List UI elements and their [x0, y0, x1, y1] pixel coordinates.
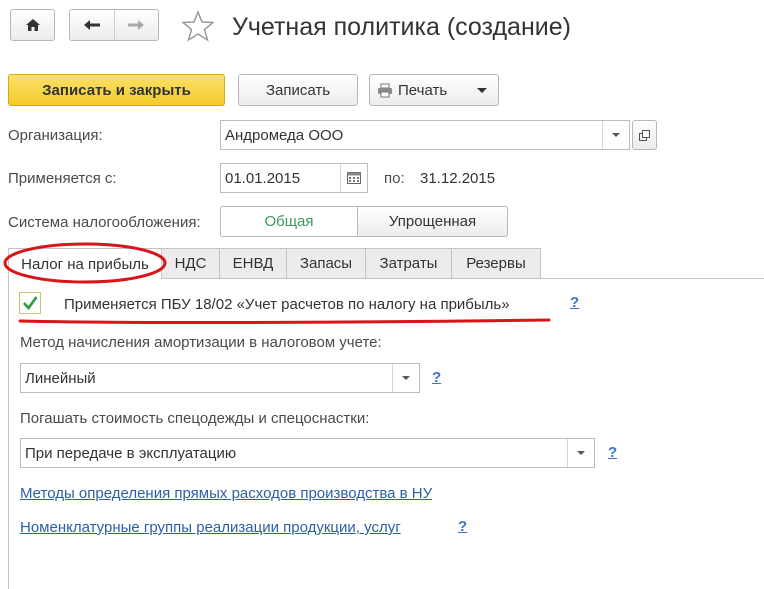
red-underline-annotation — [18, 318, 551, 325]
red-ellipse-annotation — [3, 242, 167, 284]
red-annotation-overlay — [3, 242, 551, 325]
